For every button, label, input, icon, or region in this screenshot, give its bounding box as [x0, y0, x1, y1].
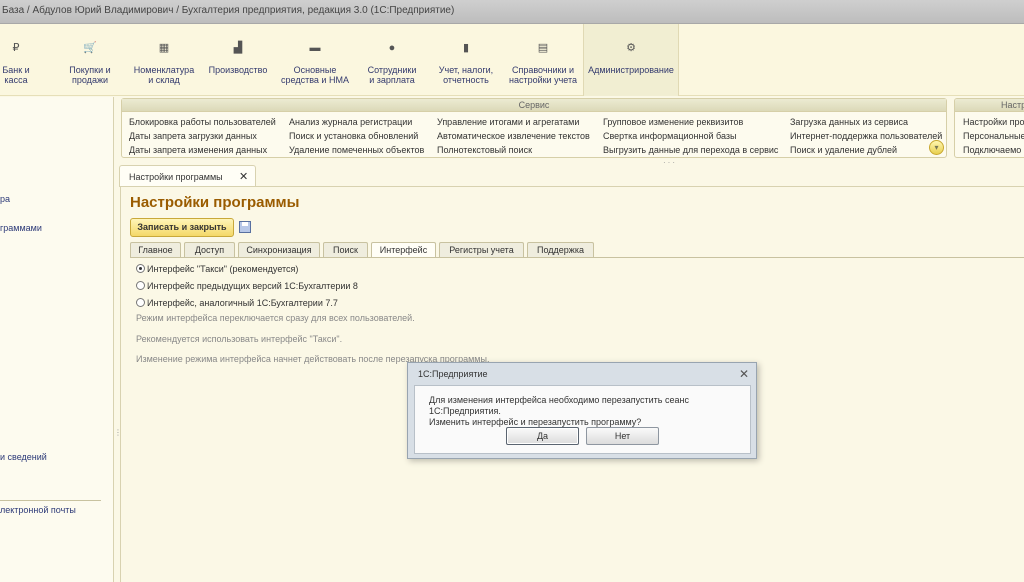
settings-group-title: Настр: [955, 99, 1024, 112]
panel-resize-handle[interactable]: ···: [663, 158, 677, 167]
restart-dialog: 1С:Предприятие ✕ Для изменения интерфейс…: [407, 362, 757, 459]
tab-support[interactable]: Поддержка: [527, 242, 594, 257]
settings-column: Настройки про Персональные Подключаемо: [963, 115, 1024, 157]
section-purchases[interactable]: 🛒 Покупки и продажи: [64, 24, 116, 96]
settings-link[interactable]: Подключаемо: [963, 143, 1024, 157]
sidebar-item[interactable]: и сведений: [0, 452, 47, 462]
service-link[interactable]: Полнотекстовый поиск: [437, 143, 590, 157]
service-link[interactable]: Анализ журнала регистрации: [289, 115, 424, 129]
section-production[interactable]: ▟ Производство: [206, 24, 270, 96]
yes-button[interactable]: Да: [506, 427, 579, 445]
gear-icon: ⚙: [626, 42, 636, 54]
sidebar-splitter-handle[interactable]: ⋮: [114, 429, 122, 450]
ruble-icon: ₽: [12, 42, 20, 54]
service-column-1: Блокировка работы пользователей Даты зап…: [129, 115, 276, 157]
section-nomenclature[interactable]: ▦ Номенклатура и склад: [132, 24, 196, 96]
chart-icon: ▮: [462, 42, 470, 54]
service-link[interactable]: Управление итогами и агрегатами: [437, 115, 590, 129]
service-column-4: Групповое изменение реквизитов Свертка и…: [603, 115, 778, 157]
cart-icon: 🛒: [83, 42, 97, 54]
save-and-close-button[interactable]: Записать и закрыть: [130, 218, 234, 237]
service-column-5: Загрузка данных из сервиса Интернет-подд…: [790, 115, 942, 157]
section-references[interactable]: ▤ Справочники и настройки учета: [506, 24, 580, 96]
expand-chevron-icon[interactable]: ▾: [929, 140, 944, 155]
dialog-title: 1С:Предприятие: [418, 369, 488, 379]
radio-checked[interactable]: [136, 264, 145, 273]
service-group: Сервис Блокировка работы пользователей Д…: [121, 98, 947, 158]
interface-option-prev[interactable]: Интерфейс предыдущих версий 1С:Бухгалтер…: [136, 281, 358, 291]
service-link[interactable]: Групповое изменение реквизитов: [603, 115, 778, 129]
interface-option-taxi[interactable]: Интерфейс "Такси" (рекомендуется): [136, 264, 298, 274]
tab-search[interactable]: Поиск: [323, 242, 368, 257]
factory-icon: ▟: [233, 42, 243, 54]
sidebar-item[interactable]: ра: [0, 194, 10, 204]
save-icon[interactable]: [239, 221, 251, 233]
sidebar-item[interactable]: лектронной почты: [0, 505, 76, 515]
close-icon[interactable]: ✕: [739, 367, 749, 381]
dialog-message: Для изменения интерфейса необходимо пере…: [429, 395, 689, 427]
service-link[interactable]: Автоматическое извлечение текстов: [437, 129, 590, 143]
section-bank[interactable]: ₽ Банк и касса: [0, 24, 40, 96]
left-sidebar: ра граммами и сведений лектронной почты: [0, 97, 114, 582]
service-link[interactable]: Поиск и установка обновлений: [289, 129, 424, 143]
settings-link[interactable]: Персональные: [963, 129, 1024, 143]
service-link[interactable]: Блокировка работы пользователей: [129, 115, 276, 129]
section-staff[interactable]: ● Сотрудники и зарплата: [360, 24, 424, 96]
tabs-underline: [130, 257, 1024, 258]
interface-note: Режим интерфейса переключается сразу для…: [136, 313, 415, 323]
service-group-title: Сервис: [122, 99, 946, 112]
page-title: Настройки программы: [130, 194, 300, 211]
document-tab-label: Настройки программы: [129, 172, 223, 182]
tab-registers[interactable]: Регистры учета: [439, 242, 524, 257]
service-column-3: Управление итогами и агрегатами Автомати…: [437, 115, 590, 157]
person-icon: ●: [388, 42, 396, 54]
service-column-2: Анализ журнала регистрации Поиск и устан…: [289, 115, 424, 157]
section-admin[interactable]: ⚙ Администрирование: [583, 24, 679, 96]
radio-unchecked[interactable]: [136, 281, 145, 290]
interface-option-77[interactable]: Интерфейс, аналогичный 1С:Бухгалтерии 7.…: [136, 298, 338, 308]
books-icon: ▤: [537, 42, 549, 54]
settings-link[interactable]: Настройки про: [963, 115, 1024, 129]
service-link[interactable]: Удаление помеченных объектов: [289, 143, 424, 157]
service-link[interactable]: Выгрузить данные для перехода в сервис: [603, 143, 778, 157]
tab-access[interactable]: Доступ: [184, 242, 235, 257]
service-link[interactable]: Поиск и удаление дублей: [790, 143, 942, 157]
service-link[interactable]: Интернет-поддержка пользователей: [790, 129, 942, 143]
sidebar-item[interactable]: граммами: [0, 223, 42, 233]
service-link[interactable]: Даты запрета загрузки данных: [129, 129, 276, 143]
window-title: База / Абдулов Юрий Владимирович / Бухга…: [0, 0, 1024, 24]
interface-note: Рекомендуется использовать интерфейс "Та…: [136, 334, 343, 344]
dialog-body: Для изменения интерфейса необходимо пере…: [414, 385, 751, 454]
section-accounting[interactable]: ▮ Учет, налоги, отчетность: [434, 24, 498, 96]
truck-icon: ▬: [309, 42, 321, 54]
sidebar-divider: [0, 500, 101, 501]
tab-sync[interactable]: Синхронизация: [238, 242, 320, 257]
radio-unchecked[interactable]: [136, 298, 145, 307]
document-tab[interactable]: Настройки программы ✕: [119, 165, 256, 187]
close-icon[interactable]: ✕: [239, 170, 248, 183]
service-link[interactable]: Даты запрета изменения данных: [129, 143, 276, 157]
no-button[interactable]: Нет: [586, 427, 659, 445]
service-link[interactable]: Свертка информационной базы: [603, 129, 778, 143]
service-link[interactable]: Загрузка данных из сервиса: [790, 115, 942, 129]
tab-interface[interactable]: Интерфейс: [371, 242, 436, 258]
section-assets[interactable]: ▬ Основные средства и НМА: [280, 24, 350, 96]
tab-main[interactable]: Главное: [130, 242, 181, 257]
settings-group: Настр Настройки про Персональные Подключ…: [954, 98, 1024, 158]
sections-panel: ₽ Банк и касса 🛒 Покупки и продажи ▦ Номен…: [0, 24, 1024, 96]
grid-icon: ▦: [158, 42, 170, 54]
